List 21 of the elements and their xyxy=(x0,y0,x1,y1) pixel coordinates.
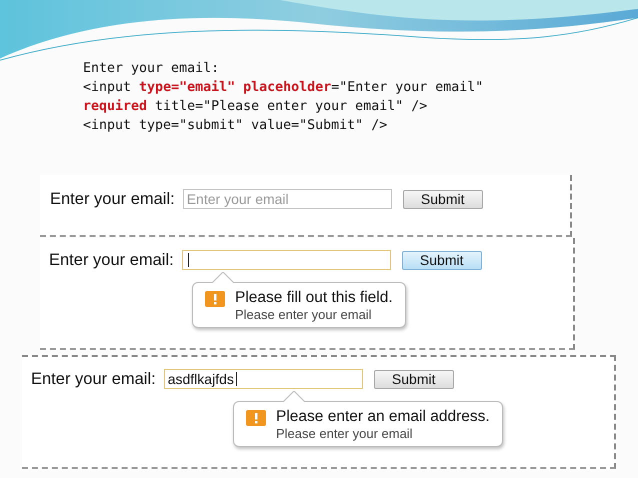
code-line: required title="Please enter your email" /> xyxy=(83,98,428,116)
submit-button[interactable]: Submit xyxy=(402,250,482,270)
field-label: Enter your email: xyxy=(50,190,175,208)
warning-icon xyxy=(205,291,225,307)
tooltip-detail: Please enter your email xyxy=(276,426,414,441)
warning-icon xyxy=(246,410,266,426)
field-label: Enter your email: xyxy=(31,370,156,388)
email-field[interactable]: asdflkajfds xyxy=(164,369,363,389)
text-cursor xyxy=(188,253,189,267)
code-line: Enter your email: xyxy=(83,60,220,78)
tooltip-message: Please enter an email address. xyxy=(276,408,490,426)
tooltip-message: Please fill out this field. xyxy=(235,289,393,307)
submit-button[interactable]: Submit xyxy=(402,190,483,208)
email-field[interactable]: Enter your email xyxy=(182,189,392,209)
text-cursor xyxy=(236,372,237,386)
code-line: <input type="submit" value="Submit" /> xyxy=(83,117,388,135)
field-label: Enter your email: xyxy=(49,250,174,270)
code-line: <input type="email" placeholder="Enter your email" xyxy=(83,79,484,97)
submit-button[interactable]: Submit xyxy=(374,370,454,388)
tooltip-detail: Please enter your email xyxy=(235,307,373,322)
email-field[interactable] xyxy=(182,250,391,270)
